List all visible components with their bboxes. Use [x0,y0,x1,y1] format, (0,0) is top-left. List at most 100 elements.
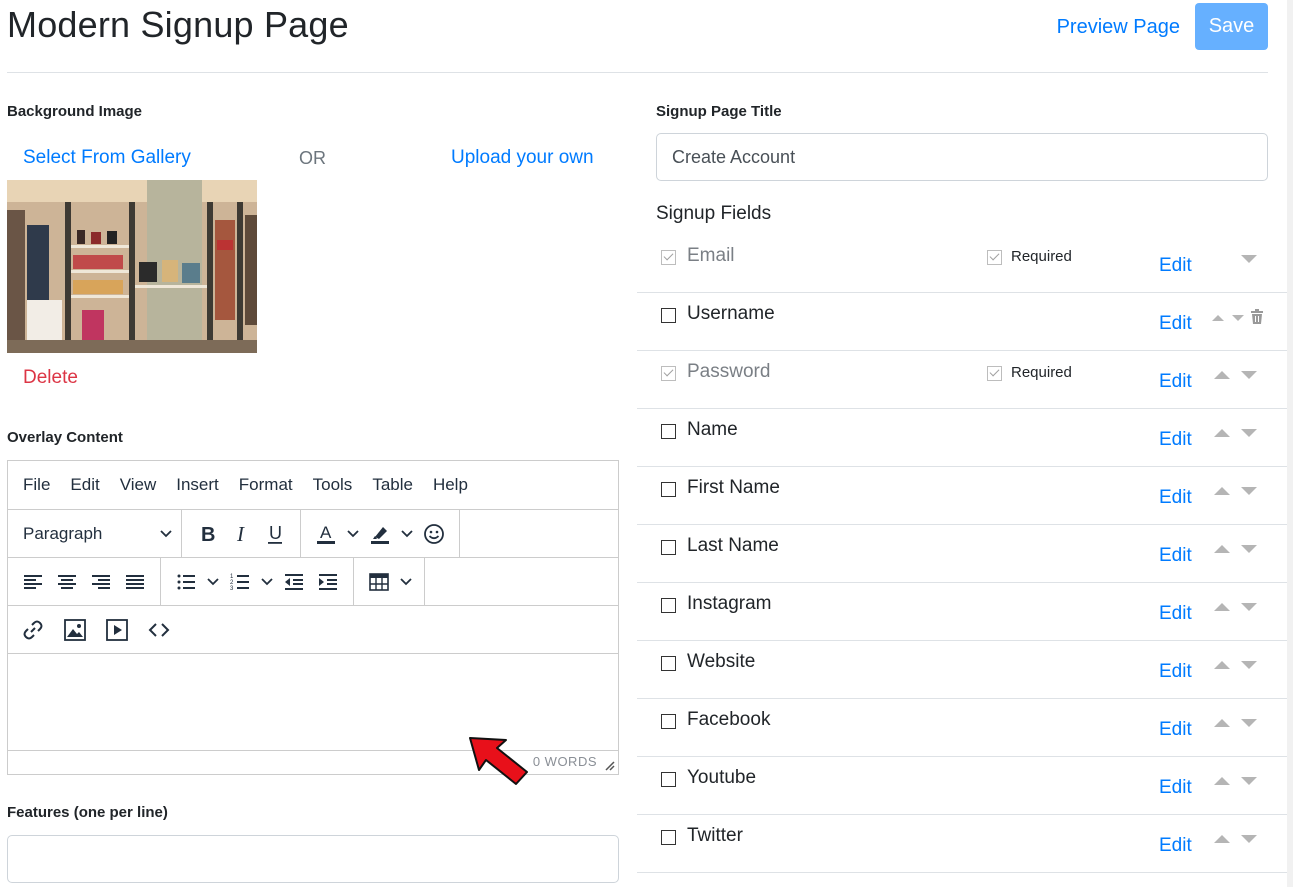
move-up-icon[interactable] [1212,315,1224,321]
align-justify-button[interactable] [118,565,152,599]
field-enabled-checkbox[interactable] [661,598,676,613]
field-enabled-checkbox[interactable] [661,366,676,381]
emoji-button[interactable] [417,517,451,551]
field-enabled-checkbox[interactable] [661,656,676,671]
field-enabled-checkbox[interactable] [661,830,676,845]
delete-background-link[interactable]: Delete [23,367,78,389]
highlight-color-button[interactable] [363,517,397,551]
edit-field-link[interactable]: Edit [1159,313,1192,335]
svg-text:3: 3 [230,586,234,592]
menu-help[interactable]: Help [433,475,468,495]
bullet-list-icon [177,574,195,589]
menu-format[interactable]: Format [239,475,293,495]
move-up-icon[interactable] [1214,719,1230,727]
move-up-icon[interactable] [1214,835,1230,843]
menu-tools[interactable]: Tools [313,475,353,495]
align-center-icon [58,574,76,589]
resize-handle-icon[interactable] [603,759,615,771]
required-checkbox[interactable] [987,366,1002,381]
block-format-select[interactable]: Paragraph [16,524,173,544]
align-justify-icon [126,574,144,589]
align-center-button[interactable] [50,565,84,599]
underline-button[interactable]: U [258,517,292,551]
outdent-button[interactable] [277,565,311,599]
bullet-list-button[interactable] [169,565,203,599]
field-enabled-checkbox[interactable] [661,482,676,497]
trash-icon[interactable] [1250,309,1264,325]
field-enabled-checkbox[interactable] [661,714,676,729]
align-right-button[interactable] [84,565,118,599]
menu-view[interactable]: View [120,475,157,495]
text-color-dropdown[interactable] [343,517,363,551]
italic-button[interactable]: I [224,517,258,551]
image-icon [64,618,86,641]
text-color-button[interactable]: A [309,517,343,551]
move-down-icon[interactable] [1241,603,1257,611]
signup-field-facebook: Facebook Edit [637,699,1287,757]
italic-icon: I [236,524,245,544]
select-from-gallery-link[interactable]: Select From Gallery [23,147,191,169]
features-textarea[interactable] [7,835,619,883]
move-down-icon[interactable] [1241,777,1257,785]
edit-field-link[interactable]: Edit [1159,545,1192,567]
numbered-list-dropdown[interactable] [257,565,277,599]
move-down-icon[interactable] [1241,835,1257,843]
features-label: Features (one per line) [7,804,168,821]
edit-field-link[interactable]: Edit [1159,429,1192,451]
table-button[interactable] [362,565,396,599]
insert-media-button[interactable] [100,613,134,647]
table-dropdown[interactable] [396,565,416,599]
field-enabled-checkbox[interactable] [661,308,676,323]
edit-field-link[interactable]: Edit [1159,603,1192,625]
move-down-icon[interactable] [1232,315,1244,321]
signup-field-first-name: First Name Edit [637,467,1287,525]
menu-file[interactable]: File [23,475,50,495]
edit-field-link[interactable]: Edit [1159,835,1192,857]
insert-image-button[interactable] [58,613,92,647]
menu-table[interactable]: Table [372,475,413,495]
indent-button[interactable] [311,565,345,599]
move-down-icon[interactable] [1241,255,1257,263]
menu-edit[interactable]: Edit [70,475,99,495]
field-enabled-checkbox[interactable] [661,424,676,439]
edit-field-link[interactable]: Edit [1159,777,1192,799]
numbered-list-button[interactable]: 123 [223,565,257,599]
move-down-icon[interactable] [1241,429,1257,437]
move-up-icon[interactable] [1214,603,1230,611]
move-down-icon[interactable] [1241,371,1257,379]
move-up-icon[interactable] [1214,777,1230,785]
link-button[interactable] [16,613,50,647]
signup-title-input[interactable] [656,133,1268,181]
source-code-button[interactable] [142,613,176,647]
edit-field-link[interactable]: Edit [1159,255,1192,277]
save-button[interactable]: Save [1195,3,1268,50]
move-down-icon[interactable] [1241,661,1257,669]
field-label: First Name [687,477,780,498]
edit-field-link[interactable]: Edit [1159,661,1192,683]
move-down-icon[interactable] [1241,719,1257,727]
field-enabled-checkbox[interactable] [661,540,676,555]
move-down-icon[interactable] [1241,487,1257,495]
menu-insert[interactable]: Insert [176,475,219,495]
edit-field-link[interactable]: Edit [1159,719,1192,741]
upload-your-own-link[interactable]: Upload your own [451,147,594,169]
bold-button[interactable]: B [190,517,224,551]
scrollbar-track[interactable] [1287,0,1293,887]
highlight-color-dropdown[interactable] [397,517,417,551]
preview-page-link[interactable]: Preview Page [1057,16,1180,39]
edit-field-link[interactable]: Edit [1159,371,1192,393]
field-label: Email [687,245,735,266]
move-up-icon[interactable] [1214,429,1230,437]
field-enabled-checkbox[interactable] [661,250,676,265]
move-down-icon[interactable] [1241,545,1257,553]
move-up-icon[interactable] [1214,371,1230,379]
align-left-button[interactable] [16,565,50,599]
move-up-icon[interactable] [1214,487,1230,495]
field-label: Facebook [687,709,771,730]
move-up-icon[interactable] [1214,545,1230,553]
bullet-list-dropdown[interactable] [203,565,223,599]
edit-field-link[interactable]: Edit [1159,487,1192,509]
move-up-icon[interactable] [1214,661,1230,669]
required-checkbox[interactable] [987,250,1002,265]
field-enabled-checkbox[interactable] [661,772,676,787]
